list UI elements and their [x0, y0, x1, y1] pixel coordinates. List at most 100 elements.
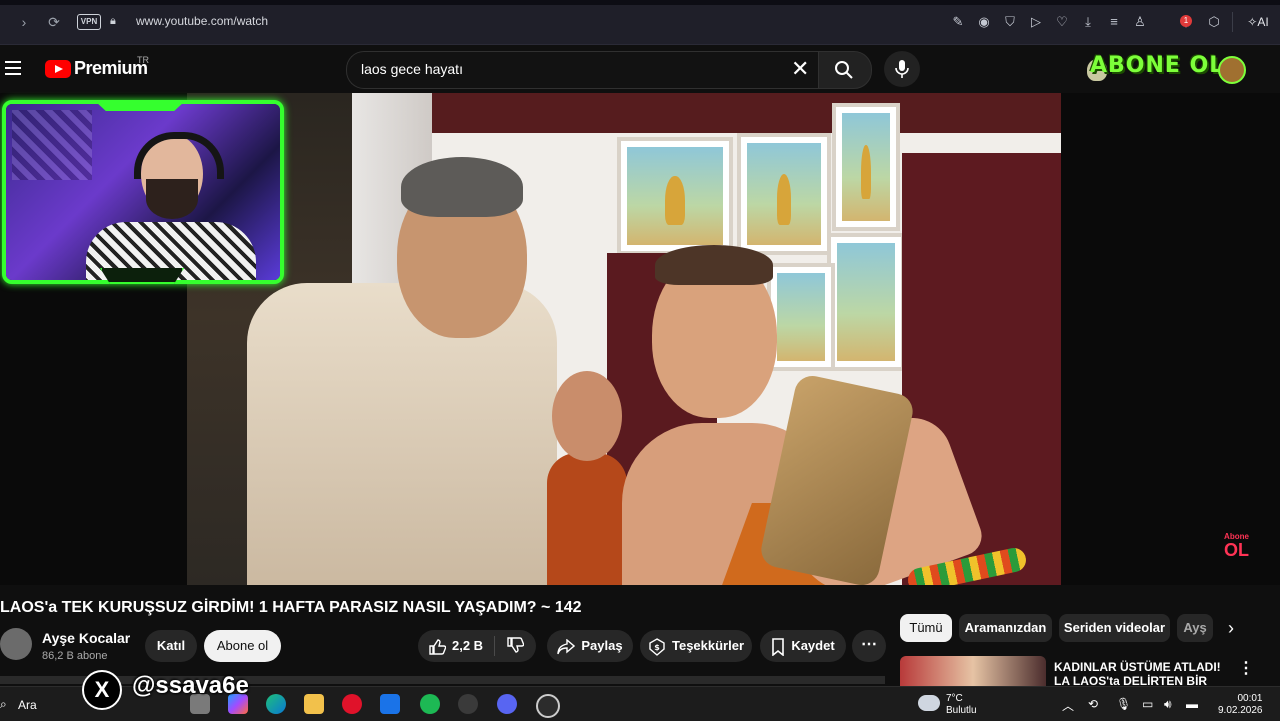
edge-icon[interactable]	[266, 694, 286, 714]
thumbs-up-icon	[429, 638, 447, 655]
region-label: TR	[137, 55, 149, 65]
ai-button[interactable]: ✧AI	[1240, 10, 1276, 34]
painting	[737, 133, 831, 255]
menu-lines-icon[interactable]: ≡	[1104, 12, 1124, 32]
battery-icon[interactable]: ▬	[1186, 697, 1198, 711]
search-query[interactable]: laos gece hayatı	[361, 61, 463, 77]
chip-all[interactable]: Tümü	[900, 614, 952, 642]
weather-widget[interactable]: 7°C Bulutlu	[946, 693, 977, 717]
chip-series-videos[interactable]: Seriden videolar	[1059, 614, 1170, 642]
like-button[interactable]: 2,2 B	[428, 630, 483, 662]
discord-icon[interactable]	[497, 694, 517, 714]
x-logo-icon: X	[82, 670, 122, 710]
thumbs-down-icon	[507, 637, 525, 653]
profile-icon[interactable]: ♙	[1130, 12, 1150, 32]
clock-date: 9.02.2026	[1218, 705, 1263, 716]
toolbar-divider	[1232, 12, 1233, 32]
hamburger-menu-icon[interactable]	[5, 61, 21, 79]
chip-from-search[interactable]: Aramanızdan	[959, 614, 1052, 642]
video-player[interactable]	[187, 93, 1061, 585]
reload-icon[interactable]: ⟳	[44, 12, 64, 32]
thanks-button[interactable]: $ Teşekkürler	[640, 630, 752, 662]
taskbar-search-icon[interactable]: ⌕	[0, 697, 7, 712]
chevron-right-icon[interactable]: ›	[1220, 616, 1242, 640]
camera-icon[interactable]: ◉	[974, 12, 994, 32]
subscribe-corner-badge: Abone OL	[1224, 532, 1249, 559]
search-icon	[835, 61, 853, 79]
tab-strip	[0, 0, 1280, 5]
spotify-icon[interactable]	[420, 694, 440, 714]
browser-toolbar: › ⟳ VPN 🔒︎ www.youtube.com/watch ✎ ◉ ⛉ ▷…	[0, 0, 1280, 45]
shield-icon[interactable]: ⛉	[1000, 12, 1020, 32]
share-icon	[557, 638, 576, 654]
recommended-video-thumbnail[interactable]	[900, 656, 1046, 686]
share-label: Paylaş	[581, 638, 623, 653]
badge-bottom-text: OL	[1224, 540, 1249, 560]
youtube-logo-icon[interactable]	[45, 60, 71, 78]
join-button[interactable]: Katıl	[145, 630, 197, 662]
clear-search-icon[interactable]: ✕	[791, 58, 809, 80]
weather-desc: Bulutlu	[946, 705, 977, 716]
svg-text:$: $	[654, 643, 660, 652]
video-title: LAOS'a TEK KURUŞSUZ GİRDİM! 1 HAFTA PARA…	[0, 599, 582, 616]
search-button[interactable]	[818, 51, 872, 89]
video-scene-ceiling	[432, 93, 1061, 133]
microphone-tray-icon[interactable]: 🎙︎	[1116, 697, 1131, 711]
voice-search-button[interactable]	[884, 51, 920, 87]
file-explorer-icon[interactable]	[304, 694, 324, 714]
outlook-icon[interactable]	[380, 694, 400, 714]
share-button[interactable]: Paylaş	[547, 630, 633, 662]
vpn-badge[interactable]: VPN	[77, 14, 101, 30]
clock[interactable]: 00:01 9.02.2026	[1218, 693, 1263, 717]
taskbar-search-label[interactable]: Ara	[18, 698, 37, 712]
lock-icon[interactable]: 🔒︎	[110, 15, 116, 28]
video-person-jacket	[247, 283, 557, 585]
like-dislike-group: 2,2 B	[418, 630, 536, 662]
forward-icon[interactable]: ›	[14, 12, 34, 32]
network-icon[interactable]: ▭	[1142, 697, 1153, 711]
social-handle: @ssava6e	[132, 672, 249, 699]
bookmark-icon	[772, 637, 785, 657]
microphone-icon	[895, 60, 909, 78]
dislike-button[interactable]	[506, 636, 525, 659]
subscribe-overlay-text: ABONE OL	[1090, 53, 1225, 78]
channel-name[interactable]: Ayşe Kocalar	[42, 630, 130, 646]
streamer-webcam	[2, 100, 284, 284]
volume-icon[interactable]: 🔊︎	[1164, 697, 1172, 712]
download-icon[interactable]: ⤓	[1078, 12, 1098, 32]
like-divider	[494, 636, 495, 656]
thanks-icon: $	[649, 637, 665, 656]
painting	[617, 137, 733, 255]
overlay-avatar	[1218, 56, 1246, 84]
opera-icon[interactable]	[342, 694, 362, 714]
save-label: Kaydet	[791, 638, 835, 653]
webcam-frame-tab	[100, 268, 184, 284]
webcam-frame-tab	[95, 101, 185, 111]
obs-icon[interactable]	[536, 694, 560, 718]
network-app-icon[interactable]	[458, 694, 478, 714]
play-icon[interactable]: ▷	[1026, 12, 1046, 32]
extension-badge: 1	[1180, 15, 1192, 27]
cloud-icon[interactable]	[918, 695, 940, 711]
chevron-up-icon[interactable]: ︿	[1062, 697, 1074, 714]
ai-label: AI	[1257, 15, 1269, 29]
thanks-label: Teşekkürler	[671, 638, 745, 653]
edit-icon[interactable]: ✎	[948, 12, 968, 32]
save-button[interactable]: Kaydet	[760, 630, 846, 662]
youtube-header: Premium TR laos gece hayatı ✕ ABONE OL	[0, 45, 1280, 245]
sync-icon[interactable]: ⟲	[1088, 697, 1098, 711]
like-count: 2,2 B	[452, 638, 484, 653]
painting	[767, 263, 835, 371]
heart-icon[interactable]: ♡	[1052, 12, 1072, 32]
video-novice-hair	[655, 245, 773, 285]
video-monk-robe	[547, 453, 627, 585]
chip-channel[interactable]: Ayş	[1177, 614, 1213, 642]
subscribe-button[interactable]: Abone ol	[204, 630, 281, 662]
cube-icon[interactable]: ⬡	[1204, 12, 1224, 32]
address-bar[interactable]: www.youtube.com/watch	[136, 14, 268, 28]
video-person-hair	[401, 157, 523, 217]
more-actions-button[interactable]: ⋯	[852, 630, 886, 662]
channel-avatar[interactable]	[0, 628, 32, 660]
more-vertical-icon[interactable]: ⋮	[1238, 658, 1254, 678]
search-input[interactable]: laos gece hayatı ✕	[346, 51, 819, 89]
